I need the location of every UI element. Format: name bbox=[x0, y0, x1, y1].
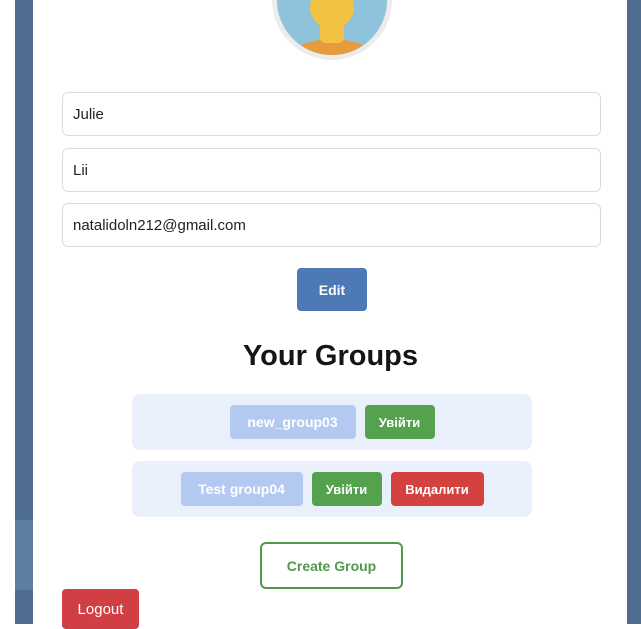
group-name-badge[interactable]: Test group04 bbox=[180, 472, 303, 506]
groups-title: Your Groups bbox=[242, 340, 419, 372]
group-name-badge[interactable]: new_group03 bbox=[229, 405, 356, 439]
background-panel-left bbox=[15, 0, 33, 624]
enter-group-button[interactable]: Увійти bbox=[311, 472, 382, 506]
delete-group-button[interactable]: Видалити bbox=[390, 472, 484, 506]
last-name-field[interactable] bbox=[62, 148, 601, 192]
group-row: Test group04 Увійти Видалити bbox=[132, 461, 532, 517]
background-panel-right bbox=[627, 0, 641, 624]
group-row: new_group03 Увійти bbox=[132, 394, 532, 450]
email-field[interactable] bbox=[62, 203, 601, 247]
logout-button[interactable]: Logout bbox=[62, 589, 139, 629]
create-group-button[interactable]: Create Group bbox=[260, 542, 403, 589]
enter-group-button[interactable]: Увійти bbox=[364, 405, 435, 439]
edit-button[interactable]: Edit bbox=[297, 268, 367, 311]
first-name-field[interactable] bbox=[62, 92, 601, 136]
